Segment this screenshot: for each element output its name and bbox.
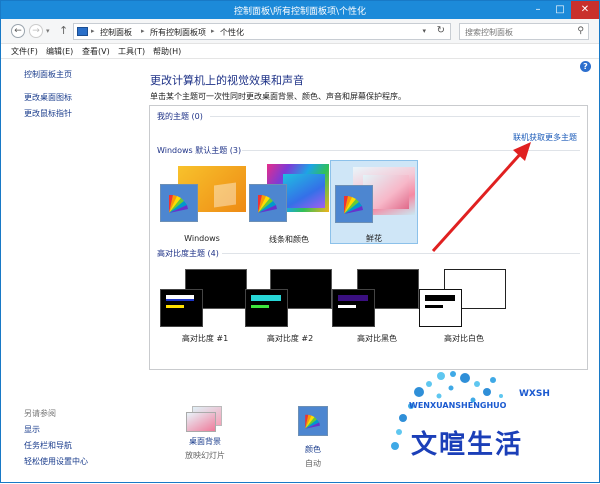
recent-pages-chevron-icon[interactable]: ▾ [46, 27, 50, 35]
link-change-mouse-pointer[interactable]: 更改鼠标指针 [24, 108, 72, 119]
menu-file[interactable]: 文件(F) [11, 46, 38, 57]
theme-label: 高对比白色 [444, 334, 484, 343]
link-taskbar-navigation[interactable]: 任务栏和导航 [24, 440, 72, 451]
theme-label: 高对比度 #2 [266, 334, 314, 343]
search-input[interactable]: 搜索控制面板 ⚲ [459, 23, 589, 40]
address-row: ← → ▾ ↑ ▸ 控制面板 ▸ 所有控制面板项 ▸ 个性化 ▾ ↻ 搜索控制面… [1, 19, 599, 44]
breadcrumb-separator-icon: ▸ [211, 27, 215, 35]
control-panel-icon [77, 27, 88, 36]
breadcrumb-all-items[interactable]: 所有控制面板项 [150, 27, 206, 38]
title-bar: 控制面板\所有控制面板项\个性化 – □ ✕ [1, 1, 599, 19]
theme-high-contrast-2[interactable]: 高对比度 #2 [245, 269, 335, 349]
address-bar[interactable]: ▸ 控制面板 ▸ 所有控制面板项 ▸ 个性化 ▾ ↻ [73, 23, 451, 40]
maximize-icon[interactable]: □ [549, 1, 571, 19]
menu-help[interactable]: 帮助(H) [153, 46, 181, 57]
theme-preview-window [160, 289, 203, 327]
refresh-icon[interactable]: ↻ [437, 25, 445, 36]
menu-bar: 文件(F) 编辑(E) 查看(V) 工具(T) 帮助(H) [1, 44, 599, 59]
menu-view[interactable]: 查看(V) [82, 46, 110, 57]
search-icon[interactable]: ⚲ [577, 26, 584, 36]
color-palette-icon [335, 185, 373, 223]
menu-edit[interactable]: 编辑(E) [46, 46, 73, 57]
get-more-themes-online-link[interactable]: 联机获取更多主题 [513, 132, 577, 143]
breadcrumb-personalization[interactable]: 个性化 [220, 27, 244, 38]
theme-preview-window [245, 289, 288, 327]
theme-label: 高对比黑色 [357, 334, 397, 343]
help-icon[interactable]: ? [580, 61, 591, 72]
link-display[interactable]: 显示 [24, 424, 40, 435]
theme-lines-and-colors[interactable]: 线条和颜色 [245, 162, 333, 246]
search-placeholder: 搜索控制面板 [465, 28, 513, 37]
window-title: 控制面板\所有控制面板项\个性化 [233, 7, 367, 17]
theme-flowers[interactable]: 鲜花 [330, 160, 418, 244]
link-control-panel-home[interactable]: 控制面板主页 [24, 69, 72, 80]
page-description: 单击某个主题可一次性同时更改桌面背景、颜色、声音和屏幕保护程序。 [150, 92, 406, 101]
default-themes-heading: Windows 默认主题 (3) [157, 146, 242, 155]
personalization-window: 控制面板\所有控制面板项\个性化 – □ ✕ ← → ▾ ↑ ▸ 控制面板 ▸ … [0, 0, 600, 483]
theme-preview-window [419, 289, 462, 327]
section-divider [222, 253, 580, 254]
theme-windows[interactable]: Windows [158, 162, 246, 246]
theme-label: 高对比度 #1 [181, 334, 229, 343]
breadcrumb-control-panel[interactable]: 控制面板 [100, 27, 132, 38]
up-arrow-icon[interactable]: ↑ [59, 24, 68, 37]
watermark-brand: 文暄生活 [411, 430, 524, 460]
watermark-pinyin: WENXUANSHENGHUO [409, 401, 507, 410]
theme-label: Windows [184, 234, 220, 243]
theme-label: 鲜花 [366, 234, 382, 243]
breadcrumb-separator-icon: ▸ [91, 27, 95, 35]
color-palette-icon [249, 184, 287, 222]
desktop-background-status: 放映幻灯片 [185, 451, 225, 460]
desktop-background-icon [186, 406, 224, 436]
minimize-icon[interactable]: – [527, 1, 549, 19]
theme-high-contrast-white[interactable]: 高对比白色 [419, 269, 509, 349]
forward-button[interactable]: → [29, 24, 43, 38]
section-divider [242, 150, 580, 151]
color-link[interactable]: 颜色 自动 [288, 406, 338, 469]
my-themes-heading: 我的主题 (0) [157, 112, 203, 121]
desktop-background-link[interactable]: 桌面背景 放映幻灯片 [177, 406, 233, 461]
address-dropdown-icon[interactable]: ▾ [422, 27, 426, 35]
section-divider [210, 116, 580, 117]
desktop-background-title: 桌面背景 [189, 437, 221, 446]
page-title: 更改计算机上的视觉效果和声音 [150, 74, 304, 87]
color-status: 自动 [305, 459, 321, 468]
link-ease-of-access[interactable]: 轻松使用设置中心 [24, 456, 88, 467]
theme-label: 线条和颜色 [269, 235, 309, 244]
see-also-heading: 另请参阅 [24, 409, 56, 418]
color-icon [298, 406, 328, 436]
theme-list-panel: 我的主题 (0) 联机获取更多主题 Windows 默认主题 (3) Windo… [149, 105, 588, 370]
theme-high-contrast-1[interactable]: 高对比度 #1 [160, 269, 250, 349]
breadcrumb-separator-icon: ▸ [141, 27, 145, 35]
watermark-initials: WXSH [519, 389, 550, 399]
theme-preview-window [332, 289, 375, 327]
close-icon[interactable]: ✕ [571, 1, 599, 19]
menu-tools[interactable]: 工具(T) [118, 46, 145, 57]
color-palette-icon [160, 184, 198, 222]
link-change-desktop-icons[interactable]: 更改桌面图标 [24, 92, 72, 103]
back-button[interactable]: ← [11, 24, 25, 38]
color-title: 颜色 [305, 445, 321, 454]
theme-high-contrast-black[interactable]: 高对比黑色 [332, 269, 422, 349]
watermark-logo: WXSH WENXUANSHENGHUO 文暄生活 [381, 366, 593, 481]
high-contrast-heading: 高对比度主题 (4) [157, 249, 219, 258]
